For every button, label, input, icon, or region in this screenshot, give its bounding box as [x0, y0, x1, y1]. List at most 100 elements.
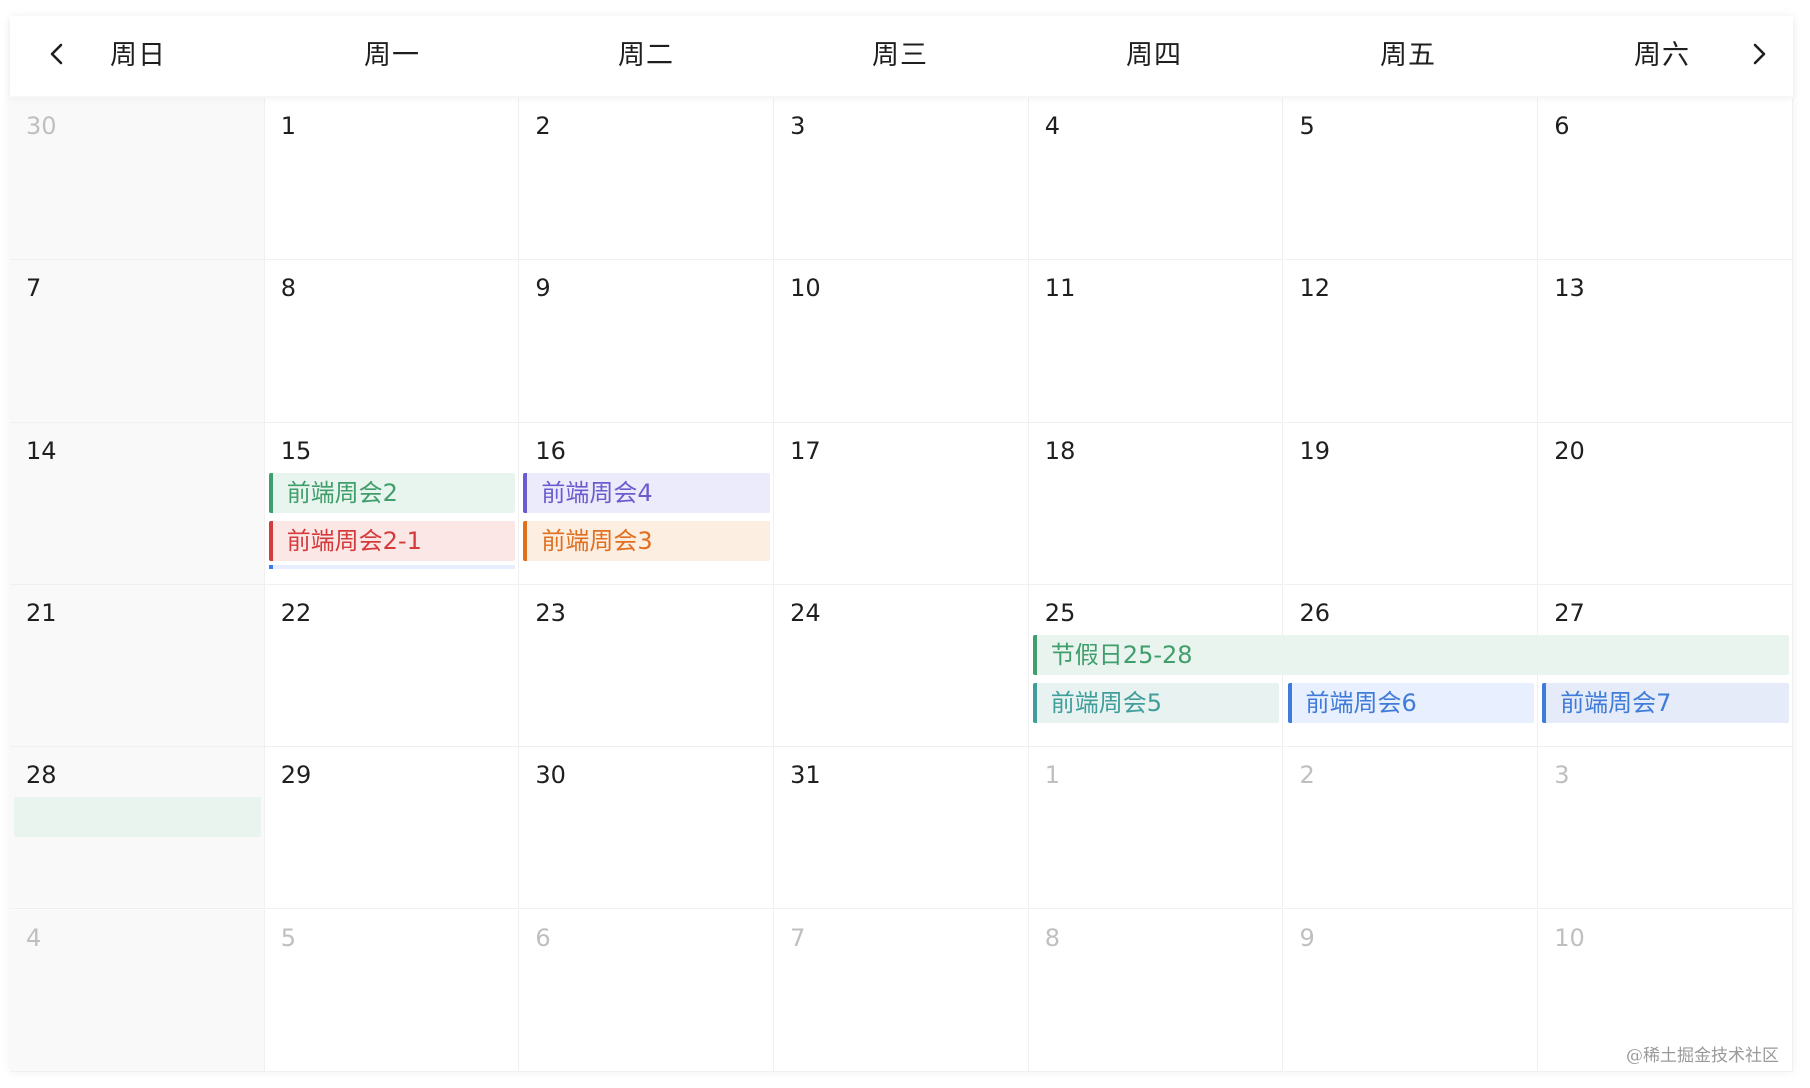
event-chip[interactable]: 前端周会3 [523, 520, 771, 561]
chevron-left-icon [50, 43, 63, 65]
day-number: 6 [535, 923, 551, 952]
day-cell[interactable]: 9 [519, 260, 775, 423]
day-cell[interactable]: 30 [519, 747, 775, 910]
day-cell[interactable]: 21 [10, 584, 265, 748]
day-number: 20 [1554, 436, 1585, 465]
day-cell[interactable]: 8 [264, 260, 520, 423]
day-cell[interactable]: 6 [519, 909, 775, 1072]
day-cell[interactable]: 22 [264, 584, 520, 748]
weekday-label: 周日 [110, 40, 166, 71]
day-cell[interactable]: 29 [264, 747, 520, 910]
day-number: 7 [790, 923, 806, 952]
day-number: 8 [1044, 923, 1061, 952]
day-cell[interactable]: 30 [10, 98, 265, 261]
day-number: 9 [535, 274, 551, 303]
day-number: 24 [790, 598, 821, 627]
day-cell[interactable]: 4 [10, 909, 265, 1072]
day-number: 21 [26, 598, 57, 627]
event-chip[interactable]: 前端周会2 [268, 472, 516, 513]
calendar-header: 周日 周一 周二 周三 周四 周五 周六 [10, 16, 1793, 96]
day-cell[interactable]: 2 [1283, 747, 1539, 910]
day-cell[interactable]: 7 [10, 260, 265, 423]
day-number: 30 [535, 761, 566, 790]
weekday-label: 周三 [872, 40, 928, 71]
day-cell[interactable]: 20 [1538, 422, 1793, 585]
weekday-label: 周四 [1126, 40, 1182, 71]
day-number: 3 [790, 112, 806, 140]
day-number: 3 [1554, 761, 1570, 790]
day-cell[interactable]: 8 [1028, 909, 1284, 1072]
day-number: 16 [535, 436, 566, 465]
day-number: 13 [1554, 274, 1585, 303]
day-number: 4 [26, 923, 42, 952]
day-number: 4 [1044, 112, 1061, 140]
day-number: 10 [1554, 923, 1585, 952]
event-chip[interactable]: 前端周会6 [1287, 682, 1535, 723]
event-chip[interactable]: 前端周会7 [1542, 682, 1789, 723]
day-cell[interactable]: 13 [1538, 260, 1793, 423]
day-number: 29 [280, 761, 312, 790]
day-number: 7 [26, 274, 42, 303]
event-continuation[interactable] [14, 797, 261, 838]
day-cell[interactable]: 9 [1283, 909, 1539, 1072]
day-number: 8 [280, 274, 296, 303]
month-grid: 30 1 2 3 4 5 6 7 8 9 10 11 12 13 14 15 16 17 18 19 20 21 22 23 2… [10, 98, 1793, 1072]
day-number: 30 [26, 112, 57, 140]
day-number: 22 [280, 598, 312, 627]
day-cell[interactable]: 17 [774, 422, 1029, 585]
watermark: @稀土掘金技术社区 [1626, 1046, 1779, 1066]
day-number: 5 [280, 923, 296, 952]
day-number: 27 [1554, 598, 1585, 627]
event-chip[interactable]: 前端周会5 [1032, 682, 1280, 723]
day-cell[interactable]: 19 [1283, 422, 1539, 585]
day-number: 6 [1554, 112, 1570, 140]
day-cell[interactable]: 7 [774, 909, 1029, 1072]
day-number: 18 [1044, 436, 1076, 465]
day-number: 19 [1299, 436, 1331, 465]
day-number: 26 [1299, 598, 1331, 627]
weekday-label: 周五 [1380, 40, 1436, 71]
weekday-label: 周六 [1634, 40, 1690, 71]
day-number: 23 [535, 598, 566, 627]
day-number: 11 [1044, 274, 1076, 303]
day-cell[interactable]: 14 [10, 422, 265, 585]
day-cell[interactable]: 18 [1028, 422, 1284, 585]
day-cell[interactable]: 10 [774, 260, 1029, 423]
day-number: 12 [1299, 274, 1331, 303]
day-cell[interactable]: 3 [774, 98, 1029, 261]
day-number: 2 [1299, 761, 1315, 790]
event-chip[interactable]: 节假日25-28 [1032, 634, 1789, 675]
day-number: 1 [280, 112, 296, 140]
day-cell[interactable]: 4 [1028, 98, 1284, 261]
day-cell[interactable]: 24 [774, 584, 1029, 748]
day-number: 25 [1044, 598, 1076, 627]
day-number: 9 [1299, 923, 1315, 952]
day-number: 31 [790, 761, 821, 790]
weekday-label: 周一 [364, 40, 420, 71]
event-overflow-bar[interactable] [268, 564, 516, 569]
day-number: 15 [280, 436, 312, 465]
day-cell[interactable]: 2 [519, 98, 775, 261]
event-chip[interactable]: 前端周会2-1 [268, 520, 516, 561]
day-cell[interactable]: 5 [264, 909, 520, 1072]
day-cell[interactable]: 23 [519, 584, 775, 748]
day-number: 2 [535, 112, 551, 140]
day-cell[interactable]: 31 [774, 747, 1029, 910]
day-cell[interactable]: 6 [1538, 98, 1793, 261]
day-cell[interactable]: 11 [1028, 260, 1284, 423]
day-cell[interactable]: 1 [264, 98, 520, 261]
calendar: 周日 周一 周二 周三 周四 周五 周六 30 1 2 3 4 5 6 7 8 9 10 11 12 13 14 15 16… [10, 16, 1793, 1072]
day-number: 5 [1299, 112, 1315, 140]
prev-month-button[interactable] [34, 32, 78, 76]
day-number: 10 [790, 274, 821, 303]
weekday-label: 周二 [618, 40, 674, 71]
day-number: 1 [1044, 761, 1061, 790]
day-cell[interactable]: 5 [1283, 98, 1539, 261]
day-number: 14 [26, 436, 57, 465]
day-cell[interactable]: 12 [1283, 260, 1539, 423]
day-cell[interactable]: 3 [1538, 747, 1793, 910]
day-cell[interactable]: 1 [1028, 747, 1284, 910]
day-number: 17 [790, 436, 821, 465]
day-number: 28 [26, 761, 57, 790]
event-chip[interactable]: 前端周会4 [523, 472, 771, 513]
